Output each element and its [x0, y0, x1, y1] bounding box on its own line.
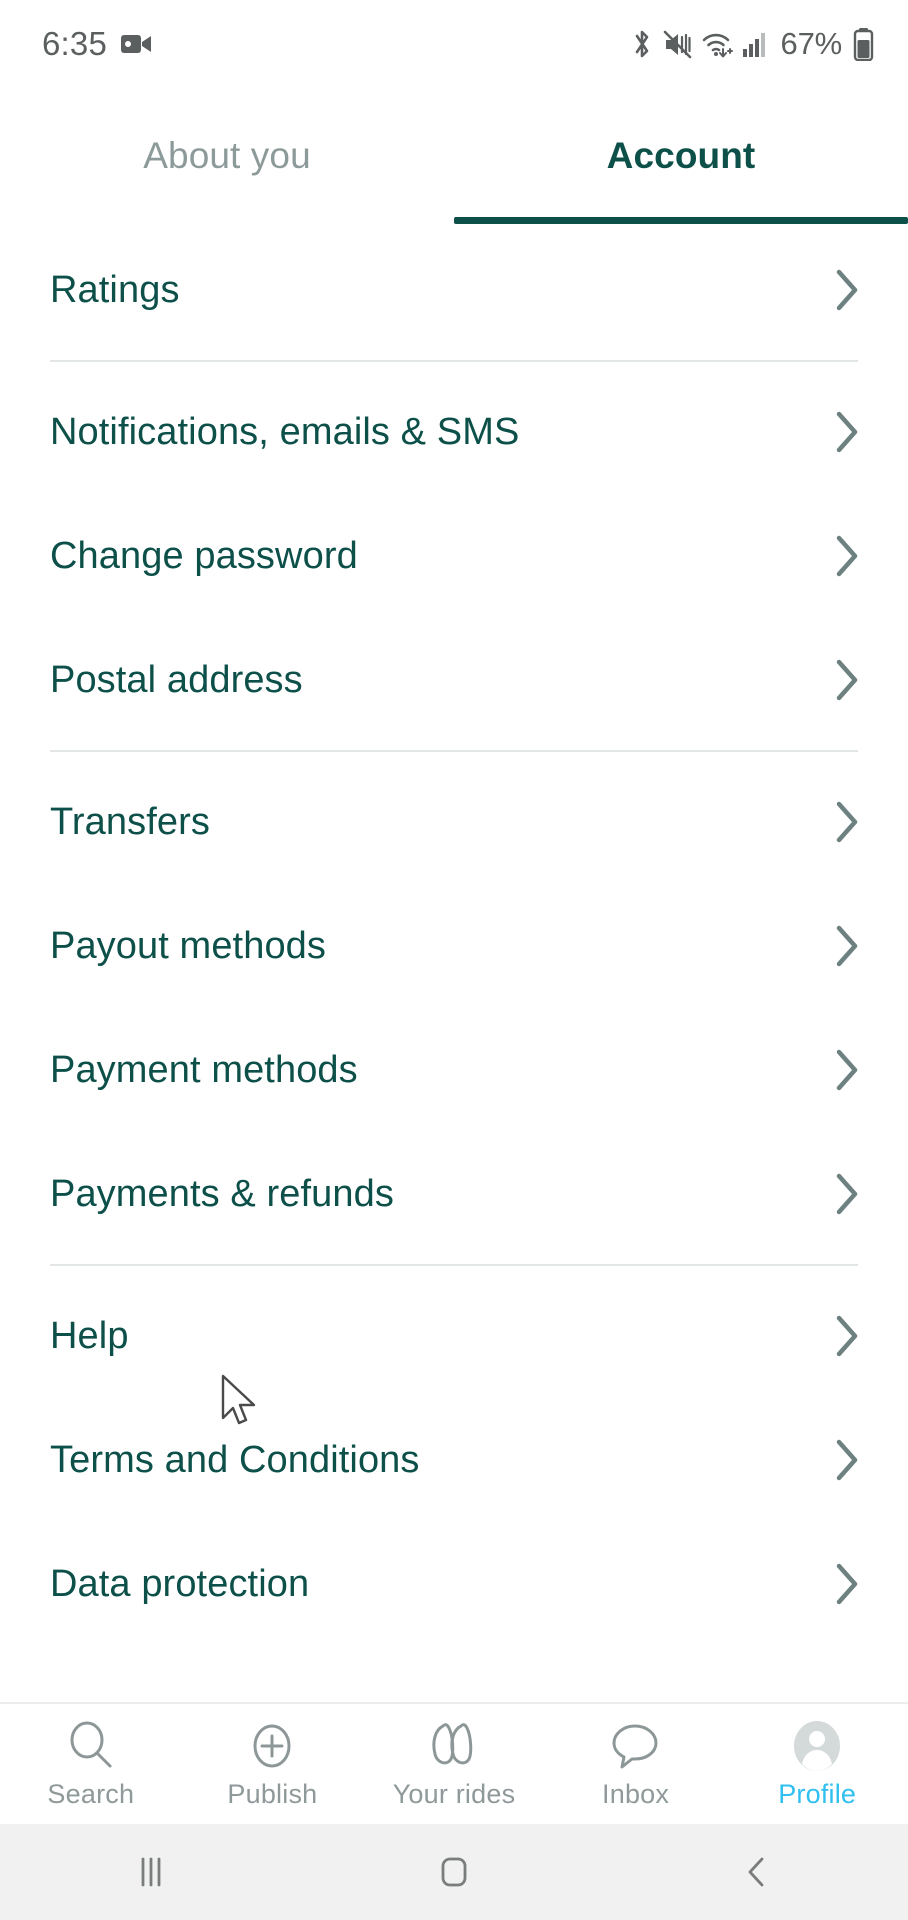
nav-item-label: Search	[47, 1778, 135, 1809]
list-item-label: Help	[50, 1314, 129, 1357]
chevron-right-icon	[824, 267, 870, 313]
tab-active-indicator	[454, 217, 908, 224]
chevron-right-icon	[824, 1561, 870, 1607]
nav-item-label: Publish	[227, 1778, 318, 1809]
chevron-right-icon	[824, 657, 870, 703]
list-item-terms-and-conditions[interactable]: Terms and Conditions	[0, 1398, 908, 1522]
cellular-signal-icon	[742, 30, 768, 58]
wifi-icon	[701, 29, 733, 59]
list-item-label: Ratings	[50, 268, 180, 311]
list-item-data-protection[interactable]: Data protection	[0, 1522, 908, 1646]
chevron-right-icon	[824, 1313, 870, 1359]
chevron-right-icon	[824, 923, 870, 969]
rides-icon	[425, 1719, 483, 1773]
home-icon[interactable]	[303, 1851, 606, 1893]
chevron-right-icon	[824, 1437, 870, 1483]
list-item-payments-refunds[interactable]: Payments & refunds	[0, 1132, 908, 1256]
group-divider	[50, 360, 858, 362]
nav-item-publish[interactable]: Publish	[182, 1704, 364, 1824]
list-item-payout-methods[interactable]: Payout methods	[0, 884, 908, 1008]
settings-group-legal: Help Terms and Conditions Data protectio…	[0, 1274, 908, 1646]
plus-circle-icon	[247, 1719, 297, 1773]
list-item-label: Postal address	[50, 658, 303, 701]
list-item-transfers[interactable]: Transfers	[0, 760, 908, 884]
list-item-label: Notifications, emails & SMS	[50, 410, 520, 453]
battery-percent-label: 67%	[780, 26, 843, 61]
settings-group-payments: Transfers Payout methods Payment methods…	[0, 760, 908, 1256]
account-settings-list: Ratings Notifications, emails & SMS Chan…	[0, 224, 908, 1702]
nav-item-label: Your rides	[392, 1778, 516, 1809]
list-item-change-password[interactable]: Change password	[0, 494, 908, 618]
nav-item-inbox[interactable]: Inbox	[545, 1704, 727, 1824]
chevron-right-icon	[824, 1047, 870, 1093]
avatar-icon	[791, 1719, 843, 1773]
list-item-label: Data protection	[50, 1562, 310, 1605]
list-item-label: Terms and Conditions	[50, 1438, 420, 1481]
nav-item-label: Inbox	[602, 1778, 670, 1809]
back-icon[interactable]	[605, 1851, 908, 1893]
status-clock: 6:35	[42, 25, 108, 62]
search-icon	[66, 1719, 116, 1773]
profile-tabs: About you Account	[0, 88, 908, 224]
tab-about-you-label: About you	[143, 135, 311, 176]
settings-group-ratings: Ratings	[0, 228, 908, 352]
chevron-right-icon	[824, 799, 870, 845]
nav-item-label: Profile	[778, 1778, 857, 1809]
battery-icon	[853, 27, 874, 61]
nav-item-profile[interactable]: Profile	[726, 1704, 908, 1824]
status-bar-right: 67%	[630, 26, 874, 62]
status-bar: 6:35 67%	[0, 0, 908, 88]
chat-bubble-icon	[609, 1719, 663, 1773]
list-item-label: Transfers	[50, 800, 210, 843]
list-item-notifications[interactable]: Notifications, emails & SMS	[0, 370, 908, 494]
screen-record-icon	[121, 33, 152, 55]
list-item-label: Payments & refunds	[50, 1172, 394, 1215]
chevron-right-icon	[824, 533, 870, 579]
phone-screen: 6:35 67% About you Account Ratings Notif…	[0, 0, 908, 1920]
vibrate-mute-icon	[663, 29, 692, 60]
tab-about-you[interactable]: About you	[0, 88, 454, 224]
list-item-ratings[interactable]: Ratings	[0, 228, 908, 352]
list-item-label: Payout methods	[50, 924, 327, 967]
android-system-bar	[0, 1824, 908, 1920]
list-item-label: Change password	[50, 534, 358, 577]
chevron-right-icon	[824, 1171, 870, 1217]
status-bar-left: 6:35	[42, 25, 152, 63]
nav-item-your-rides[interactable]: Your rides	[363, 1704, 545, 1824]
list-item-payment-methods[interactable]: Payment methods	[0, 1008, 908, 1132]
recents-icon[interactable]	[0, 1851, 303, 1893]
tab-account[interactable]: Account	[454, 88, 908, 224]
bottom-navigation: Search Publish Your rides Inbox Profile	[0, 1702, 908, 1824]
list-item-label: Payment methods	[50, 1048, 358, 1091]
bluetooth-icon	[630, 28, 654, 60]
nav-item-search[interactable]: Search	[0, 1704, 182, 1824]
group-divider	[50, 750, 858, 752]
list-item-help[interactable]: Help	[0, 1274, 908, 1398]
settings-group-account: Notifications, emails & SMS Change passw…	[0, 370, 908, 742]
tab-account-label: Account	[606, 135, 756, 176]
list-item-postal-address[interactable]: Postal address	[0, 618, 908, 742]
group-divider	[50, 1264, 858, 1266]
chevron-right-icon	[824, 409, 870, 455]
